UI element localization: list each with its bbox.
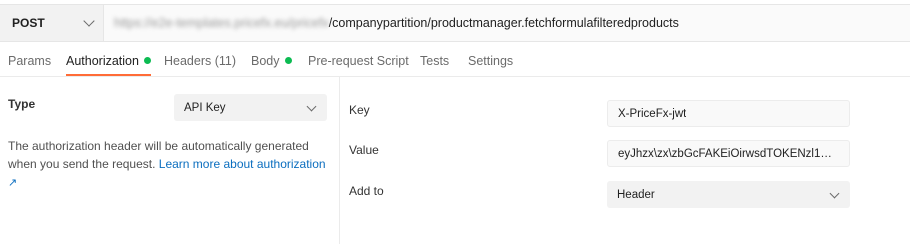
tab-label: Pre-request Script — [308, 53, 409, 68]
tab-headers[interactable]: Headers (11) — [164, 46, 236, 75]
tab-label: Tests — [420, 53, 450, 68]
request-tabs: Params Authorization Headers (11) Body P… — [0, 46, 910, 77]
tab-label: Headers (11) — [164, 53, 237, 68]
status-dot-icon — [284, 57, 292, 64]
method-select[interactable]: POST — [0, 5, 104, 41]
request-url-bar: POST https://e2e-templates.pricefx.eu/pr… — [0, 4, 910, 42]
tab-label: Params — [8, 53, 52, 68]
tab-pre-request-script[interactable]: Pre-request Script — [308, 46, 409, 75]
url-input[interactable]: https://e2e-templates.pricefx.eu/pricefx… — [114, 5, 679, 41]
external-link-icon: ↗ — [8, 177, 18, 189]
tab-label: Body — [251, 53, 280, 68]
key-input[interactable]: X-PriceFx-jwt — [607, 100, 850, 127]
addto-value: Header — [617, 188, 655, 201]
tab-tests[interactable]: Tests — [420, 46, 449, 75]
chevron-down-icon — [829, 188, 840, 199]
auth-type-select[interactable]: API Key — [174, 94, 327, 121]
url-path: /companypartition/productmanager.fetchfo… — [328, 16, 679, 30]
value-value: eyJhzx\zx\zbGcFAKEiOirwsdTOKENzl1NiJ9... — [618, 147, 839, 160]
chevron-down-icon — [83, 15, 95, 27]
status-dot-icon — [143, 57, 151, 64]
tab-label: Settings — [468, 53, 514, 68]
value-input[interactable]: eyJhzx\zx\zbGcFAKEiOirwsdTOKENzl1NiJ9... — [607, 140, 850, 167]
addto-label: Add to — [349, 184, 384, 198]
auth-description: The authorization header will be automat… — [8, 137, 326, 192]
key-label: Key — [349, 103, 370, 117]
auth-type-value: API Key — [184, 101, 226, 114]
tab-settings[interactable]: Settings — [468, 46, 513, 75]
learn-more-link[interactable]: Learn more about authorization — [159, 157, 326, 171]
tab-label: Authorization — [66, 53, 139, 68]
tab-authorization[interactable]: Authorization — [66, 46, 151, 76]
key-value: X-PriceFx-jwt — [618, 107, 687, 120]
type-label: Type — [8, 97, 36, 111]
auth-type-pane: Type API Key The authorization header wi… — [0, 77, 340, 244]
url-host-blurred: https://e2e-templates.pricefx.eu/pricefx — [114, 16, 329, 30]
tab-body[interactable]: Body — [251, 46, 292, 75]
addto-select[interactable]: Header — [607, 181, 850, 208]
value-label: Value — [349, 143, 379, 157]
tab-params[interactable]: Params — [8, 46, 51, 75]
method-label: POST — [12, 16, 45, 30]
chevron-down-icon — [306, 101, 317, 112]
